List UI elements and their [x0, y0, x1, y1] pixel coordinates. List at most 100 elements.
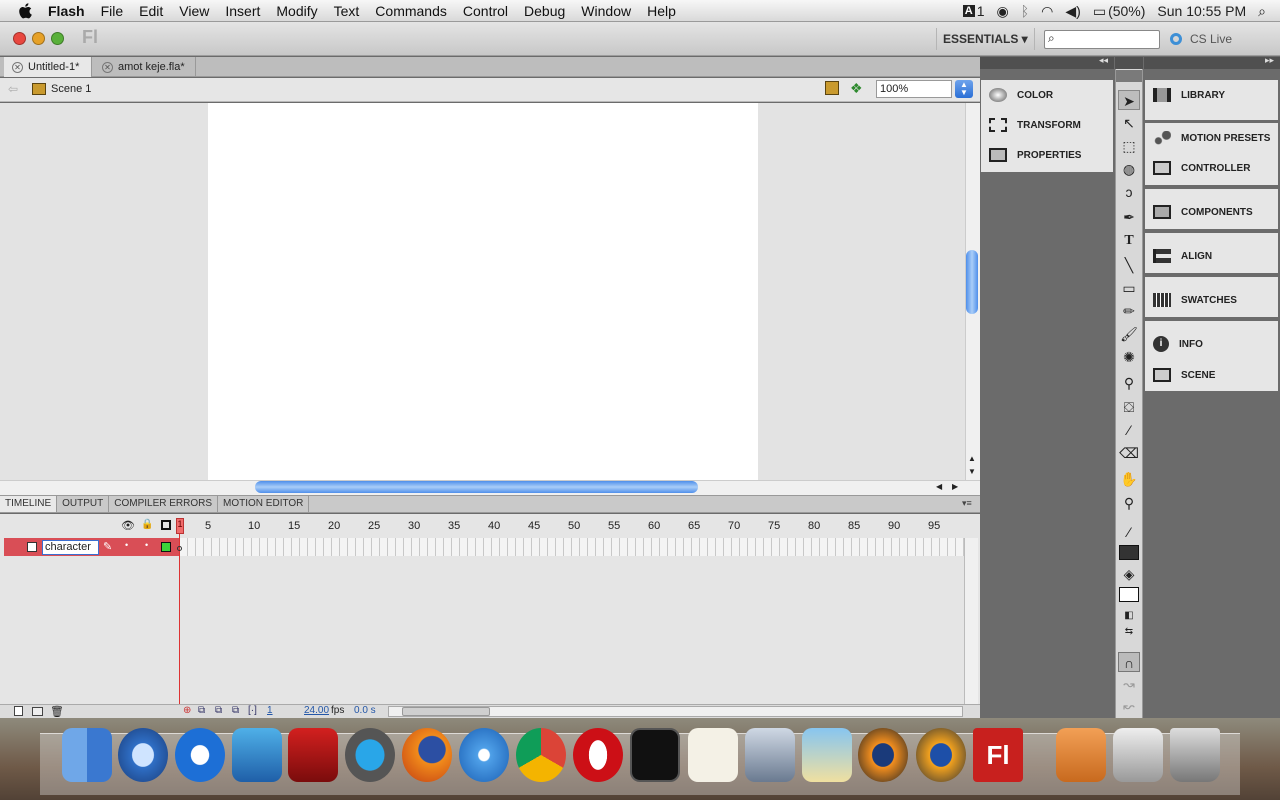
panel-library[interactable]: LIBRARY: [1145, 80, 1278, 110]
text-tool-icon[interactable]: T: [1118, 231, 1140, 251]
fill-color-icon[interactable]: ◈: [1118, 564, 1140, 584]
stroke-color-swatch[interactable]: [1119, 545, 1139, 560]
lock-all-icon[interactable]: 🔒: [141, 519, 153, 530]
menu-insert[interactable]: Insert: [217, 0, 268, 22]
opera-icon[interactable]: [573, 728, 623, 782]
panel-components[interactable]: COMPONENTS: [1145, 189, 1278, 235]
eyedropper-tool-icon[interactable]: ⁄: [1118, 420, 1140, 440]
flash-dock-icon[interactable]: Fl: [973, 728, 1023, 782]
zoom-input[interactable]: 100%: [876, 80, 952, 98]
remote-desktop-icon[interactable]: [745, 728, 795, 782]
fps-value[interactable]: 24.00: [304, 705, 329, 716]
line-tool-icon[interactable]: ╲: [1118, 255, 1140, 275]
trash-icon[interactable]: [1170, 728, 1220, 782]
snap-to-objects-icon[interactable]: ∩: [1118, 652, 1140, 672]
menu-debug[interactable]: Debug: [516, 0, 573, 22]
panel-scene[interactable]: SCENE: [1145, 367, 1278, 383]
menu-view[interactable]: View: [171, 0, 217, 22]
battery-icon[interactable]: ▭: [1093, 3, 1106, 20]
adobe-icon[interactable]: A: [962, 5, 975, 17]
wifi-icon[interactable]: ◠: [1041, 3, 1053, 20]
selection-tool-icon[interactable]: ➤: [1118, 90, 1140, 110]
layer-outline-color[interactable]: [161, 542, 171, 552]
panel-properties[interactable]: PROPERTIES: [981, 140, 1113, 170]
stage-canvas[interactable]: [208, 103, 758, 480]
frame-grid[interactable]: [180, 538, 964, 556]
firefox-icon[interactable]: [402, 728, 452, 782]
hand-tool-icon[interactable]: ✋: [1118, 469, 1140, 489]
outline-all-icon[interactable]: [161, 520, 171, 530]
zoom-tool-icon[interactable]: ⚲: [1118, 493, 1140, 513]
safari-icon[interactable]: [459, 728, 509, 782]
app-menu[interactable]: Flash: [44, 0, 93, 22]
collapse-icon[interactable]: ◂◂: [1099, 55, 1108, 66]
edit-symbols-icon[interactable]: ❖: [850, 80, 863, 97]
layer-lock-dot[interactable]: •: [145, 540, 148, 550]
subselection-tool-icon[interactable]: ↖: [1118, 113, 1140, 133]
layer-visibility-dot[interactable]: •: [125, 540, 128, 550]
volume-icon[interactable]: ◀): [1065, 3, 1080, 20]
tab-output[interactable]: OUTPUT: [57, 496, 110, 512]
applications-folder-icon[interactable]: [1056, 728, 1106, 782]
panel-color[interactable]: COLOR: [981, 80, 1113, 110]
panel-collapse-bar[interactable]: ▸▸: [1144, 55, 1280, 69]
panel-motion-presets[interactable]: MOTION PRESETS: [1145, 123, 1278, 153]
menu-window[interactable]: Window: [573, 0, 639, 22]
elapsed-time[interactable]: 0.0 s: [354, 705, 376, 716]
clock[interactable]: Sun 10:55 PM: [1157, 3, 1246, 19]
playhead[interactable]: 1: [176, 518, 184, 534]
help-search-input[interactable]: ⌕: [1044, 30, 1160, 49]
apple-menu-icon[interactable]: [16, 2, 34, 20]
close-tab-icon[interactable]: ✕: [102, 61, 113, 73]
bone-tool-icon[interactable]: ⚲: [1118, 373, 1140, 393]
edit-scene-icon[interactable]: [825, 81, 839, 95]
zoom-dropdown-button[interactable]: ▲ ▼: [955, 80, 973, 98]
paint-bucket-tool-icon[interactable]: ⛋: [1118, 397, 1140, 417]
timeline-hscroll-thumb[interactable]: [402, 707, 490, 716]
menu-help[interactable]: Help: [639, 0, 684, 22]
eraser-tool-icon[interactable]: ⌫: [1118, 443, 1140, 463]
tools-grip[interactable]: [1116, 70, 1142, 82]
panel-menu-icon[interactable]: ▾≡: [962, 498, 972, 509]
new-folder-icon[interactable]: [32, 707, 43, 716]
center-frame-icon[interactable]: ⊕: [183, 705, 191, 716]
spotlight-icon[interactable]: ⌕: [1258, 3, 1266, 20]
onion-outlines-icon[interactable]: ⧉: [215, 705, 222, 716]
panel-collapse-bar[interactable]: ◂◂: [980, 55, 1114, 69]
show-hide-all-icon[interactable]: 👁: [121, 519, 135, 532]
smooth-icon[interactable]: ↝: [1118, 674, 1140, 694]
textedit-icon[interactable]: [688, 728, 738, 782]
eye-icon[interactable]: ◉: [997, 3, 1009, 20]
edit-multiple-frames-icon[interactable]: ⧉: [232, 705, 239, 716]
straighten-icon[interactable]: ↜: [1118, 696, 1140, 716]
new-layer-icon[interactable]: [14, 706, 23, 716]
quicktime-icon[interactable]: [118, 728, 168, 782]
panel-align[interactable]: ALIGN: [1145, 233, 1278, 279]
lasso-tool-icon[interactable]: ↄ: [1118, 182, 1140, 202]
scroll-left-icon[interactable]: ◀: [936, 482, 942, 491]
stage-horizontal-scroll-thumb[interactable]: [255, 481, 698, 493]
skype-icon[interactable]: [345, 728, 395, 782]
close-window-button[interactable]: [13, 32, 26, 45]
tab-motion-editor[interactable]: MOTION EDITOR: [218, 496, 310, 512]
stage-vertical-scroll-thumb[interactable]: [966, 250, 978, 314]
bluetooth-icon[interactable]: ᛒ: [1021, 3, 1029, 19]
tab-untitled-1[interactable]: ✕ Untitled-1*: [4, 57, 92, 77]
finder-icon[interactable]: [62, 728, 112, 782]
workspace-switcher[interactable]: ESSENTIALS ▾: [936, 28, 1035, 50]
menu-modify[interactable]: Modify: [268, 0, 325, 22]
brush-tool-icon[interactable]: 🖌: [1118, 324, 1140, 344]
zoom-window-button[interactable]: [51, 32, 64, 45]
tab-compiler-errors[interactable]: COMPILER ERRORS: [109, 496, 219, 512]
delete-layer-icon[interactable]: 🗑: [50, 705, 64, 718]
menu-commands[interactable]: Commands: [367, 0, 455, 22]
menu-text[interactable]: Text: [326, 0, 368, 22]
itunes-icon[interactable]: [232, 728, 282, 782]
menu-file[interactable]: File: [93, 0, 132, 22]
current-frame[interactable]: 1: [267, 705, 273, 716]
photo-booth-icon[interactable]: [288, 728, 338, 782]
menu-control[interactable]: Control: [455, 0, 516, 22]
scroll-right-icon[interactable]: ▶: [952, 482, 958, 491]
tab-amot-keje[interactable]: ✕ amot keje.fla*: [94, 57, 196, 77]
3d-rotation-tool-icon[interactable]: ◍: [1118, 159, 1140, 179]
